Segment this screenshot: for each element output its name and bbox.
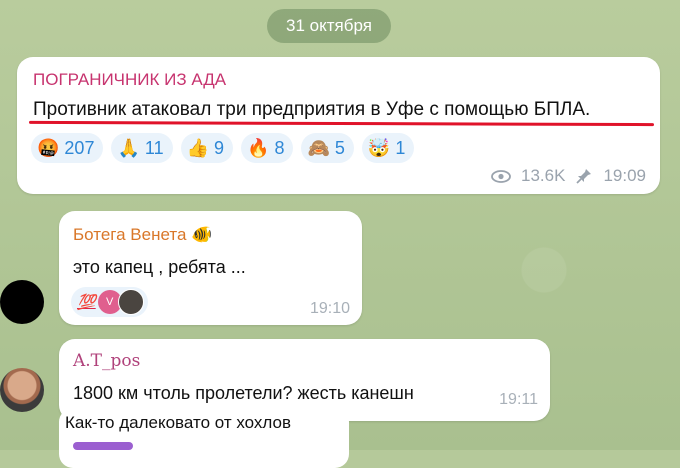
hundred-points-icon: 💯 [77,294,96,311]
reaction-pray[interactable]: 🙏 11 [111,133,173,163]
reaction-count: 8 [274,137,285,158]
reaction-count: 11 [144,137,164,158]
reaction-mind-blown[interactable]: 🤯 1 [361,133,415,163]
date-separator: 31 октября [267,9,391,43]
reaction-count: 5 [334,137,345,158]
reactor-avatar [117,289,144,315]
avatar[interactable] [0,280,44,324]
thumbs-up-icon: 👍 [186,138,209,158]
message-time: 19:11 [499,391,538,408]
post-time: 19:09 [603,166,646,185]
message-author[interactable]: Ботега Венета 🐠 [73,225,212,245]
channel-name[interactable]: ПОГРАНИЧНИК ИЗ АДА [33,70,226,90]
avatar[interactable] [0,368,44,412]
message-bubble[interactable]: Ботега Венета 🐠 это капец , ребята ... 💯… [59,211,362,325]
reaction-count: 1 [395,137,406,158]
message-author [73,442,133,450]
post-meta: 13.6K 19:09 [491,166,646,186]
exploding-head-icon: 🤯 [367,138,391,158]
message-text: Как-то далековато от хохлов [65,413,292,432]
message-text: 1800 км чтоль пролетели? жесть канешн [73,383,414,403]
reaction-thumbs-up[interactable]: 👍 9 [180,133,234,163]
praying-hands-icon: 🙏 [117,138,140,158]
reaction-see-no-evil[interactable]: 🙈 5 [301,133,354,163]
message-author[interactable]: A.T_pos [73,351,140,371]
reaction-angry[interactable]: 🤬 207 [31,133,104,163]
forward-icon[interactable] [575,167,593,185]
red-underline-annotation [28,120,655,127]
channel-post-bubble[interactable]: ПОГРАНИЧНИК ИЗ АДА Противник атаковал тр… [17,57,660,194]
message-time: 19:10 [309,300,350,317]
view-count: 13.6K [521,166,566,185]
message-text: это капец , ребята ... [73,257,246,277]
post-text: Противник атаковал три предприятия в Уфе… [33,99,591,120]
fire-icon: 🔥 [247,138,270,158]
see-no-evil-monkey-icon: 🙈 [307,138,330,158]
reaction-count: 207 [64,137,95,158]
reactions-bar: 🤬 207 🙏 11 👍 9 🔥 8 🙈 5 🤯 1 [31,133,415,163]
message-bubble[interactable]: Как-то далековато от хохлов [59,408,349,468]
reaction-count: 9 [214,137,225,158]
reaction-fire[interactable]: 🔥 8 [241,133,294,163]
eye-icon [491,169,511,183]
angry-face-icon: 🤬 [37,138,60,158]
reaction-hundred[interactable]: 💯 V [71,287,148,317]
